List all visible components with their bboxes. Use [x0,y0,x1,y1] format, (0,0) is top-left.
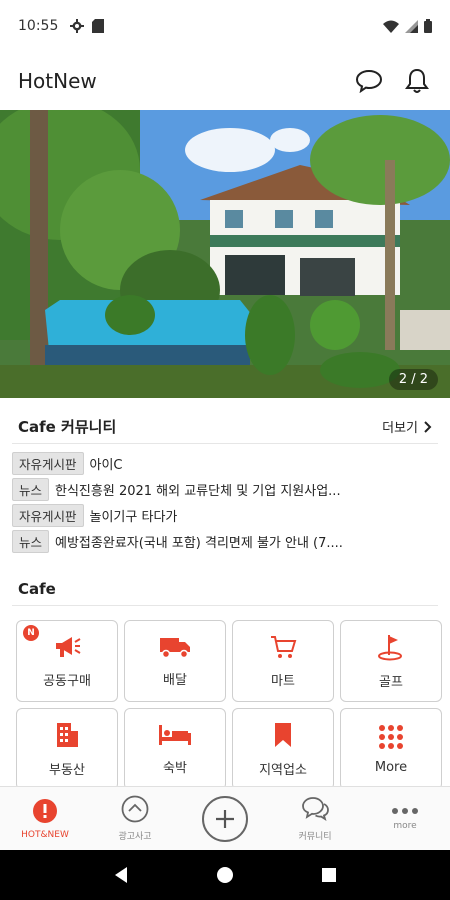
chevron-right-icon [424,420,432,433]
banner-counter: 2 / 2 [388,369,438,390]
list-item[interactable]: 자유게시판 아이C [12,450,438,476]
nav-add[interactable] [180,787,270,850]
post-list: 자유게시판 아이C 뉴스 한식진흥원 2021 해외 교류단체 및 기업 지원사… [12,444,438,554]
more-dots-icon [392,807,418,814]
alert-circle-icon [33,798,57,823]
battery-icon [424,19,432,33]
banner-image [0,110,450,398]
post-tag: 자유게시판 [12,451,84,475]
recents-icon[interactable] [321,867,337,883]
cafe-tile-more[interactable]: More [340,708,442,790]
nav-community[interactable]: 커뮤니티 [270,787,360,850]
nav-more[interactable]: more [360,787,450,850]
sd-card-icon [92,19,105,33]
cafe-tile-real-estate[interactable]: 부동산 [16,708,118,790]
banner-carousel[interactable]: 2 / 2 [0,110,450,398]
tile-label: 숙박 [163,760,187,776]
post-tag: 자유게시판 [12,503,84,527]
cafe-section: Cafe N 공동구매 배달 마트 골프 부동산 숙박 지역업소 More [12,572,442,790]
chat-icon [355,69,383,93]
cafe-tile-group-buy[interactable]: N 공동구매 [16,620,118,702]
nav-ads[interactable]: 광고사고 [90,787,180,850]
notifications-button[interactable] [402,66,432,96]
chat-button[interactable] [354,66,384,96]
cart-icon [271,635,297,658]
back-icon[interactable] [113,866,129,884]
cafe-title: Cafe [18,579,56,598]
cafe-tile-lodging[interactable]: 숙박 [124,708,226,790]
tile-label: 마트 [271,673,295,689]
page-title: HotNew [18,69,97,93]
bookmark-icon [275,722,291,747]
truck-icon [160,637,190,658]
post-title: 아이C [89,457,123,473]
building-icon [57,722,78,747]
tile-label: 지역업소 [259,762,307,778]
golf-flag-icon [378,634,402,660]
cafe-tile-delivery[interactable]: 배달 [124,620,226,702]
list-item[interactable]: 자유게시판 놀이기구 타다가 [12,502,438,528]
grid-dots-icon [379,724,403,749]
cafe-tile-local-business[interactable]: 지역업소 [232,708,334,790]
app-header: HotNew [0,52,450,110]
system-nav-bar [0,850,450,900]
bell-icon [405,68,429,93]
status-bar: 10:55 [0,0,450,52]
home-icon[interactable] [216,866,234,884]
tile-label: 골프 [379,674,403,690]
status-time: 10:55 [18,18,59,34]
settings-icon [70,19,85,33]
new-badge: N [23,625,39,641]
tile-label: 부동산 [49,762,85,778]
megaphone-icon [56,636,81,657]
tile-label: 배달 [163,672,187,688]
cafe-tile-mart[interactable]: 마트 [232,620,334,702]
more-link[interactable]: 더보기 [382,417,432,436]
nav-hot-new[interactable]: HOT&NEW [0,787,90,850]
cafe-tile-golf[interactable]: 골프 [340,620,442,702]
wifi-icon [383,20,399,33]
nav-label: more [393,820,417,831]
post-title: 놀이기구 타다가 [89,509,178,525]
bottom-nav: HOT&NEW 광고사고 커뮤니티 more [0,786,450,850]
cafe-community-section: Cafe 커뮤니티 더보기 자유게시판 아이C 뉴스 한식진흥원 2021 해외… [12,410,438,554]
nav-label: HOT&NEW [21,829,69,840]
signal-icon [405,19,418,33]
plus-icon [216,809,234,828]
post-title: 한식진흥원 2021 해외 교류단체 및 기업 지원사업... [55,483,341,499]
chevron-up-circle-icon [121,795,149,823]
nav-label: 광고사고 [118,832,152,842]
add-button[interactable] [202,795,248,842]
post-tag: 뉴스 [12,477,50,501]
post-title: 예방접종완료자(국내 포함) 격리면제 불가 안내 (7.... [55,535,343,551]
more-link-label: 더보기 [382,421,418,436]
list-item[interactable]: 뉴스 예방접종완료자(국내 포함) 격리면제 불가 안내 (7.... [12,528,438,554]
tile-label: 공동구매 [43,673,91,689]
bed-icon [159,724,191,745]
chat-bubbles-icon [302,797,329,822]
nav-label: 커뮤니티 [298,832,332,842]
post-tag: 뉴스 [12,529,50,553]
community-title: Cafe 커뮤니티 [18,418,117,436]
list-item[interactable]: 뉴스 한식진흥원 2021 해외 교류단체 및 기업 지원사업... [12,476,438,502]
tile-label: More [374,759,408,775]
cafe-grid: N 공동구매 배달 마트 골프 부동산 숙박 지역업소 More [12,606,442,790]
